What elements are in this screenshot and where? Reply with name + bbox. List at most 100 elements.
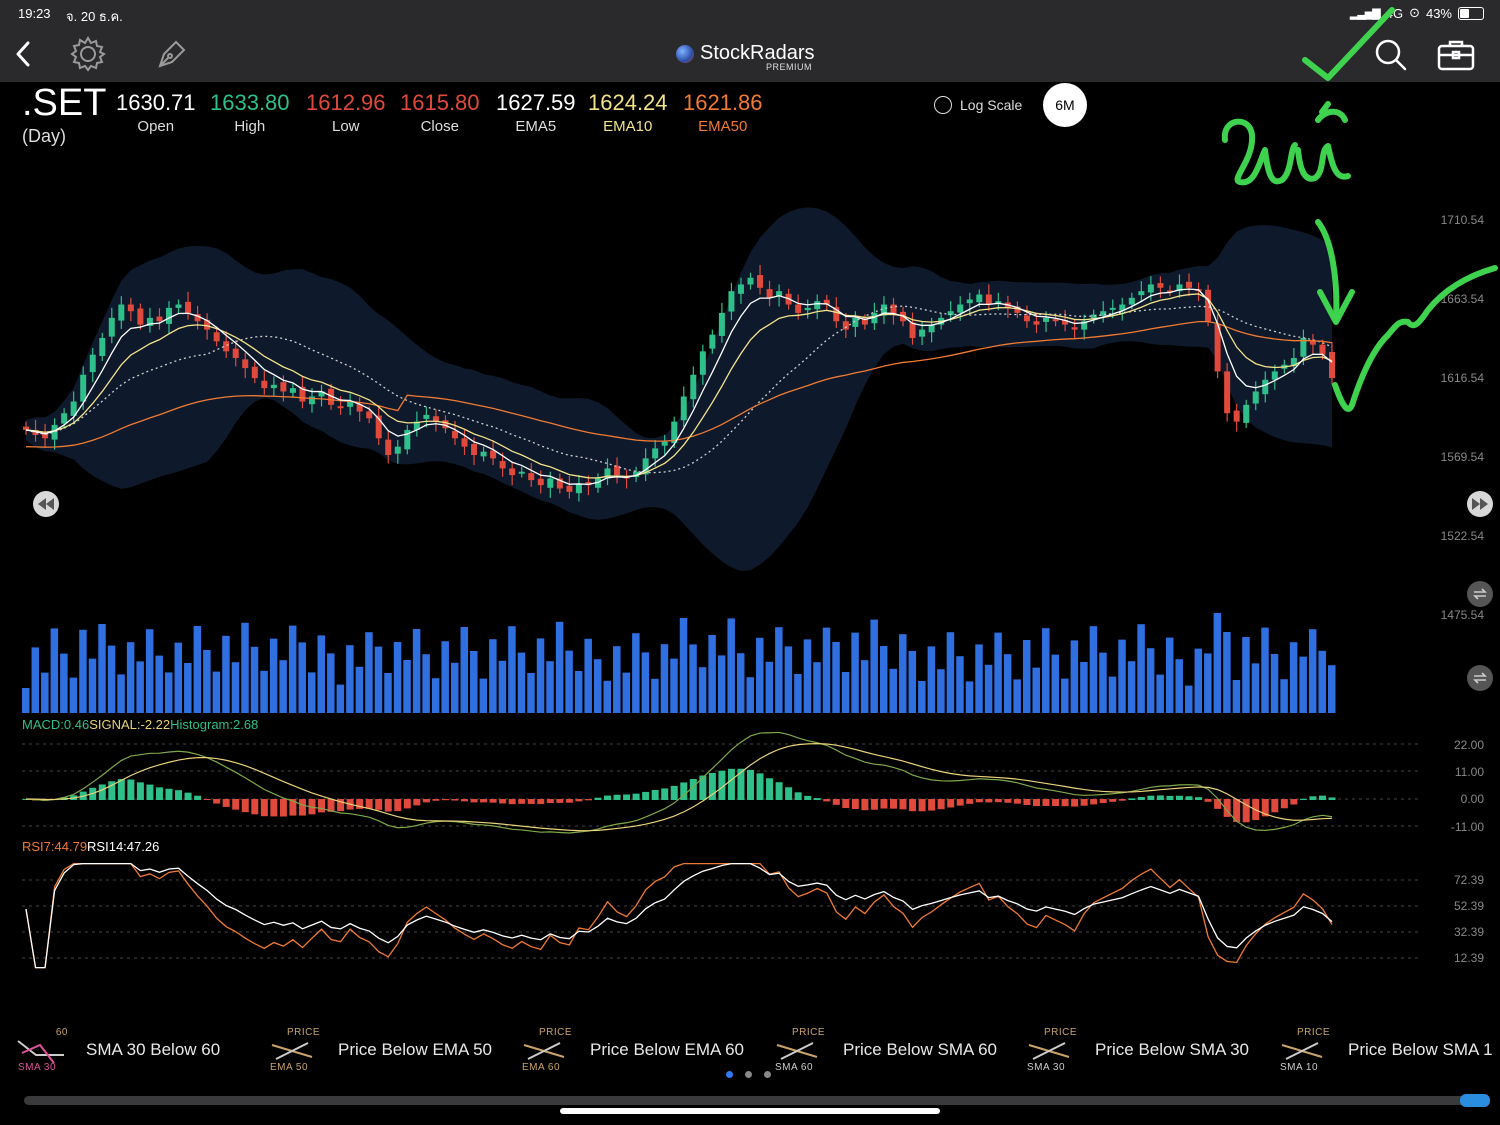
macd-histogram-bar	[136, 782, 144, 800]
alert-item[interactable]: PRICE SMA 10 Price Below SMA 1	[1278, 1020, 1493, 1080]
candle-body	[747, 277, 754, 285]
globe-logo-icon	[676, 44, 694, 63]
macd-histogram-bar	[298, 799, 306, 816]
macd-histogram-bar	[794, 792, 802, 800]
pen-icon	[158, 40, 186, 68]
macd-histogram-bar	[1156, 795, 1164, 800]
cross-below-icon: PRICE EMA 50	[270, 1027, 320, 1073]
volume-bar	[1204, 653, 1212, 713]
macd-histogram-bar	[880, 799, 888, 809]
volume-bar	[660, 644, 669, 713]
quote-open: 1630.71 Open	[116, 90, 196, 135]
candle-body	[242, 359, 249, 369]
page-dot[interactable]	[764, 1071, 771, 1078]
volume-bar	[1118, 639, 1126, 713]
candle-body	[1033, 321, 1040, 325]
macd-histogram-bar	[461, 799, 469, 802]
volume-bar	[794, 674, 802, 713]
settings-button[interactable]	[68, 34, 108, 74]
rsi-axis-label: 32.39	[1453, 925, 1484, 939]
volume-bar	[155, 655, 163, 713]
macd-histogram-bar	[194, 795, 202, 800]
candle-body	[1052, 319, 1059, 322]
alert-item[interactable]: PRICE EMA 50 Price Below EMA 50	[268, 1020, 492, 1080]
candle-body	[528, 473, 535, 481]
macd-histogram-bar	[489, 799, 497, 803]
volume-bar	[498, 660, 507, 713]
scroll-forward-button[interactable]	[1467, 491, 1493, 517]
volume-bar	[307, 672, 316, 713]
page-indicator[interactable]	[726, 1071, 771, 1078]
scrollbar-thumb[interactable]	[1460, 1094, 1490, 1107]
macd-histogram-bar	[966, 799, 974, 804]
candle-body	[680, 396, 687, 421]
volume-bar	[431, 678, 440, 713]
macd-axis-label: 11.00	[1454, 765, 1484, 779]
volume-bar	[1175, 659, 1183, 713]
draw-tool-button[interactable]	[152, 34, 192, 74]
volume-bar	[336, 684, 345, 713]
candle-body	[99, 337, 106, 357]
macd-histogram-bar	[546, 799, 554, 804]
log-scale-toggle[interactable]: Log Scale	[934, 96, 1022, 114]
volume-bar	[279, 660, 287, 713]
candle-body	[1157, 283, 1164, 288]
macd-histogram-bar	[1147, 795, 1155, 800]
macd-histogram-bar	[584, 799, 592, 801]
volume-bar	[851, 632, 859, 713]
chart-scrollbar[interactable]	[24, 1094, 1490, 1107]
macd-histogram-bar	[1290, 799, 1298, 805]
volume-bar	[1137, 624, 1145, 713]
volume-bar	[269, 638, 278, 713]
quote-value: 1633.80	[210, 90, 290, 115]
volume-bar	[860, 660, 869, 713]
volume-bar	[1108, 676, 1117, 713]
price-axis-label: 1522.54	[1440, 529, 1484, 543]
candle-body	[156, 316, 163, 322]
back-button[interactable]	[8, 38, 38, 70]
volume-bar	[1061, 678, 1069, 713]
alert-item[interactable]: PRICE SMA 30 Price Below SMA 30	[1025, 1020, 1249, 1080]
volume-bar	[717, 655, 726, 713]
candle-body	[261, 380, 268, 389]
volume-bar	[184, 663, 192, 713]
macd-histogram-bar	[994, 799, 1002, 803]
scroll-back-button[interactable]	[33, 491, 59, 517]
candle-body	[737, 284, 744, 294]
volume-bar	[212, 671, 221, 713]
volume-bar	[565, 650, 573, 713]
volume-bar	[1080, 662, 1088, 713]
alert-item[interactable]: PRICE EMA 60 Price Below EMA 60	[520, 1020, 744, 1080]
alert-text: Price Below SMA 30	[1095, 1040, 1250, 1059]
candle-body	[175, 304, 182, 308]
volume-bar	[1289, 642, 1298, 713]
alert-text: SMA 30 Below 60	[86, 1040, 221, 1059]
price-axis-label: 1475.54	[1440, 608, 1484, 622]
candle-body	[442, 420, 449, 429]
price-axis-label: 1569.54	[1440, 450, 1484, 464]
volume-bar	[1099, 652, 1107, 713]
candle-body	[699, 351, 706, 375]
macd-histogram-bar	[575, 799, 583, 802]
macd-histogram-bar	[1214, 799, 1222, 809]
alert-item[interactable]: 60 SMA 30 SMA 30 Below 60	[16, 1020, 220, 1080]
volume-bar	[317, 635, 326, 713]
macd-histogram-bar	[861, 799, 869, 811]
alert-item[interactable]: PRICE SMA 60 Price Below SMA 60	[773, 1020, 997, 1080]
candle-body	[661, 441, 668, 446]
macd-histogram-bar	[1128, 798, 1136, 800]
volume-bar	[174, 642, 183, 713]
volume-bar	[1042, 628, 1050, 713]
page-dot[interactable]	[745, 1071, 752, 1078]
volume-bar	[298, 642, 306, 713]
swap-volume-button[interactable]	[1467, 665, 1493, 691]
macd-histogram-bar	[727, 768, 735, 800]
volume-bar	[1194, 648, 1203, 713]
timeframe-button[interactable]: 6M	[1043, 83, 1087, 127]
swap-indicator-button[interactable]	[1467, 581, 1493, 607]
volume-bar	[651, 678, 659, 713]
page-dot[interactable]	[726, 1071, 733, 1078]
macd-histogram-bar	[270, 799, 278, 817]
fast-forward-icon	[1472, 498, 1488, 510]
volume-bar	[908, 651, 917, 713]
